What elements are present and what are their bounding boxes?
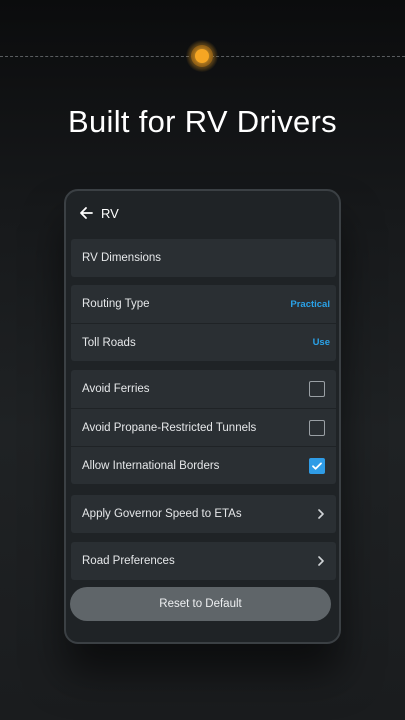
- routing-card: Routing Type Practical Toll Roads Use: [71, 285, 336, 361]
- allow-borders-checkbox[interactable]: [309, 457, 325, 474]
- governor-label: Apply Governor Speed to ETAs: [82, 508, 242, 520]
- dimensions-card: RV Dimensions: [71, 239, 336, 277]
- reset-to-default-button[interactable]: Reset to Default: [70, 587, 331, 621]
- screen-title: RV: [101, 205, 119, 221]
- rv-dimensions-label: RV Dimensions: [82, 252, 162, 264]
- governor-row[interactable]: Apply Governor Speed to ETAs: [71, 495, 336, 533]
- chevron-right-icon: [317, 509, 327, 519]
- location-dot-icon: [195, 49, 209, 63]
- road-prefs-label: Road Preferences: [82, 555, 175, 567]
- chevron-right-icon: [317, 556, 327, 566]
- avoid-propane-checkbox[interactable]: [309, 419, 325, 436]
- app-bar: RV: [66, 191, 339, 235]
- back-arrow-icon[interactable]: [79, 205, 95, 221]
- rv-dimensions-row[interactable]: RV Dimensions: [71, 239, 336, 277]
- routing-type-label: Routing Type: [82, 298, 150, 310]
- avoid-propane-label: Avoid Propane-Restricted Tunnels: [82, 421, 257, 434]
- road-prefs-row[interactable]: Road Preferences: [71, 542, 336, 580]
- toll-roads-value: Use: [312, 337, 330, 348]
- governor-card: Apply Governor Speed to ETAs: [71, 495, 336, 533]
- allow-borders-label: Allow International Borders: [82, 459, 220, 472]
- avoid-propane-row[interactable]: Avoid Propane-Restricted Tunnels: [71, 408, 336, 446]
- routing-type-row[interactable]: Routing Type Practical: [71, 285, 336, 323]
- phone-mockup: RV RV Dimensions Routing Type Practical …: [64, 189, 341, 644]
- routing-type-value: Practical: [290, 298, 330, 310]
- toll-roads-row[interactable]: Toll Roads Use: [71, 323, 336, 361]
- headline: Built for RV Drivers: [68, 104, 337, 139]
- avoid-ferries-label: Avoid Ferries: [82, 383, 150, 395]
- allow-borders-row[interactable]: Allow International Borders: [71, 446, 336, 484]
- toll-roads-label: Toll Roads: [82, 336, 136, 349]
- avoid-card: Avoid Ferries Avoid Propane-Restricted T…: [71, 370, 336, 484]
- avoid-ferries-checkbox[interactable]: [309, 381, 325, 397]
- checkmark-icon: [312, 462, 322, 470]
- avoid-ferries-row[interactable]: Avoid Ferries: [71, 370, 336, 408]
- road-prefs-card: Road Preferences: [71, 542, 336, 580]
